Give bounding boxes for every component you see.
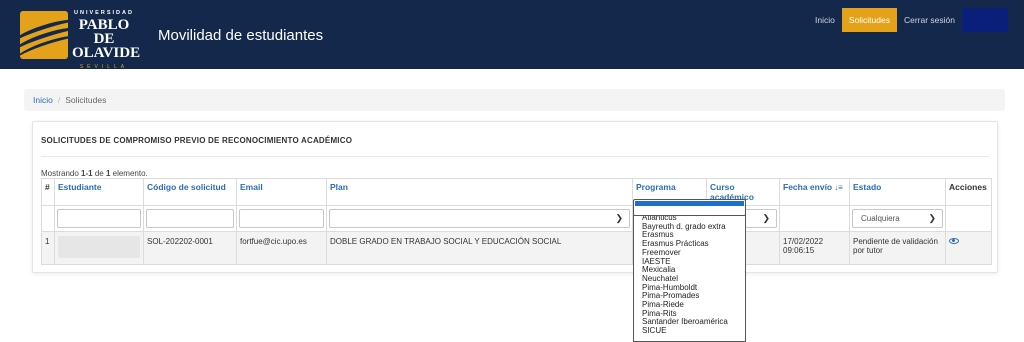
filter-cell: Cualquiera ❯ (849, 205, 946, 232)
row-plan: DOBLE GRADO EN TRABAJO SOCIAL Y EDUCACIÓ… (326, 231, 633, 265)
filter-email-input[interactable] (239, 209, 324, 228)
filter-plan-select[interactable]: ❯ (329, 209, 630, 228)
chevron-down-icon: ❯ (762, 213, 770, 223)
chevron-down-icon: ❯ (928, 213, 936, 223)
breadcrumb: Inicio / Solicitudes (24, 89, 1005, 111)
filter-estado-select[interactable]: Cualquiera ❯ (852, 209, 943, 228)
col-header-codigo[interactable]: Código de solicitud (143, 178, 237, 206)
programa-option[interactable]: Pima-Promades (634, 292, 745, 301)
row-estudiante (54, 231, 144, 265)
logo-universidad: UNIVERSIDAD (74, 10, 134, 16)
programa-option[interactable]: Erasmus (634, 231, 745, 240)
filter-estudiante-input[interactable] (57, 209, 141, 228)
filter-codigo-input[interactable] (146, 209, 234, 228)
programa-option[interactable]: Mexicalia (634, 266, 745, 275)
col-header-fecha-label: Fecha envío (783, 182, 833, 192)
row-fecha-date: 17/02/2022 (783, 237, 824, 246)
programa-option[interactable]: Freemover (634, 249, 745, 258)
col-header-fecha[interactable]: Fecha envío ↓≡ (779, 178, 850, 206)
filter-cell: ❯ (326, 205, 633, 232)
col-header-estudiante[interactable]: Estudiante (54, 178, 144, 206)
filter-cell-empty (779, 205, 850, 232)
row-number: 1 (41, 231, 55, 265)
filter-row: ❯ ❯ Cualquiera ❯ (41, 205, 992, 232)
programa-option[interactable]: Santander Iberoamérica (634, 318, 745, 327)
programa-option[interactable]: SICUE (634, 327, 745, 336)
programa-option[interactable]: Pima-Humboldt (634, 284, 745, 293)
programa-option[interactable]: Pima-Riede (634, 301, 745, 310)
filter-estado-value: Cualquiera (861, 214, 900, 223)
logo-wordmark: UNIVERSIDAD PABLO DE OLAVIDE SEVILLA (72, 7, 141, 70)
sort-desc-icon: ↓≡ (834, 183, 843, 192)
filter-cell (236, 205, 327, 232)
panel-divider (41, 156, 989, 157)
main-nav: Inicio Solicitudes Cerrar sesión (808, 8, 1024, 32)
col-header-number: # (41, 178, 55, 206)
col-header-plan[interactable]: Plan (326, 178, 633, 206)
summary-range: 1-1 (81, 169, 93, 178)
programa-selected-option (635, 201, 744, 206)
summary-middle: de (92, 169, 106, 178)
logo-pablo: PABLO DE (78, 17, 130, 47)
solicitudes-table: # Estudiante Código de solicitud Email P… (41, 178, 992, 265)
filter-cell (54, 205, 144, 232)
filter-cell-empty (945, 205, 992, 232)
filter-cell (143, 205, 237, 232)
programa-option[interactable]: IAESTE (634, 258, 745, 267)
chevron-down-icon: ❯ (615, 213, 623, 223)
programa-option[interactable]: Erasmus Prácticas (634, 240, 745, 249)
row-email: fortfue@cic.upo.es (236, 231, 327, 265)
programa-option[interactable]: Bayreuth d. grado extra (634, 223, 745, 232)
row-acciones (945, 231, 992, 265)
solicitudes-panel: SOLICITUDES DE COMPROMISO PREVIO DE RECO… (32, 121, 998, 273)
app-title: Movilidad de estudiantes (158, 27, 324, 44)
col-header-email[interactable]: Email (236, 178, 327, 206)
user-menu[interactable] (962, 8, 1008, 32)
breadcrumb-current: Solicitudes (65, 95, 107, 105)
logo-emblem-icon (20, 11, 68, 59)
breadcrumb-home-link[interactable]: Inicio (33, 95, 53, 105)
logo-olavide: OLAVIDE (72, 45, 141, 61)
row-codigo: SOL-202202-0001 (143, 231, 237, 265)
summary-suffix: elemento. (110, 169, 148, 178)
nav-cerrar-sesion[interactable]: Cerrar sesión (897, 8, 962, 32)
row-fecha: 17/02/2022 09:06:15 (779, 231, 850, 265)
row-fecha-time: 09:06:15 (783, 246, 815, 255)
eye-icon[interactable] (949, 238, 959, 244)
results-summary: Mostrando 1-1 de 1 elemento. (41, 169, 148, 178)
col-header-estado[interactable]: Estado (849, 178, 946, 206)
filter-cell-empty (41, 205, 55, 232)
programa-option[interactable]: Neuchatel (634, 275, 745, 284)
col-header-acciones: Acciones (945, 178, 992, 206)
logo-sevilla: SEVILLA (79, 64, 129, 70)
row-estado: Pendiente de validación por tutor (849, 231, 946, 265)
redacted-student-name (58, 236, 140, 258)
filter-programa-select[interactable] (633, 199, 746, 216)
panel-title: SOLICITUDES DE COMPROMISO PREVIO DE RECO… (41, 136, 353, 145)
table-header-row: # Estudiante Código de solicitud Email P… (41, 178, 992, 206)
nav-solicitudes[interactable]: Solicitudes (841, 8, 897, 32)
top-navbar: UNIVERSIDAD PABLO DE OLAVIDE SEVILLA Mov… (0, 0, 1024, 70)
programa-option[interactable]: Pima-Rits (634, 310, 745, 319)
table-row: 1 SOL-202202-0001 fortfue@cic.upo.es DOB… (41, 231, 992, 265)
university-logo[interactable]: UNIVERSIDAD PABLO DE OLAVIDE SEVILLA (20, 7, 141, 70)
programa-options-list[interactable]: Atlanticus Bayreuth d. grado extra Erasm… (633, 206, 746, 342)
nav-inicio[interactable]: Inicio (808, 8, 842, 32)
summary-prefix: Mostrando (41, 169, 82, 178)
breadcrumb-separator: / (57, 95, 61, 105)
